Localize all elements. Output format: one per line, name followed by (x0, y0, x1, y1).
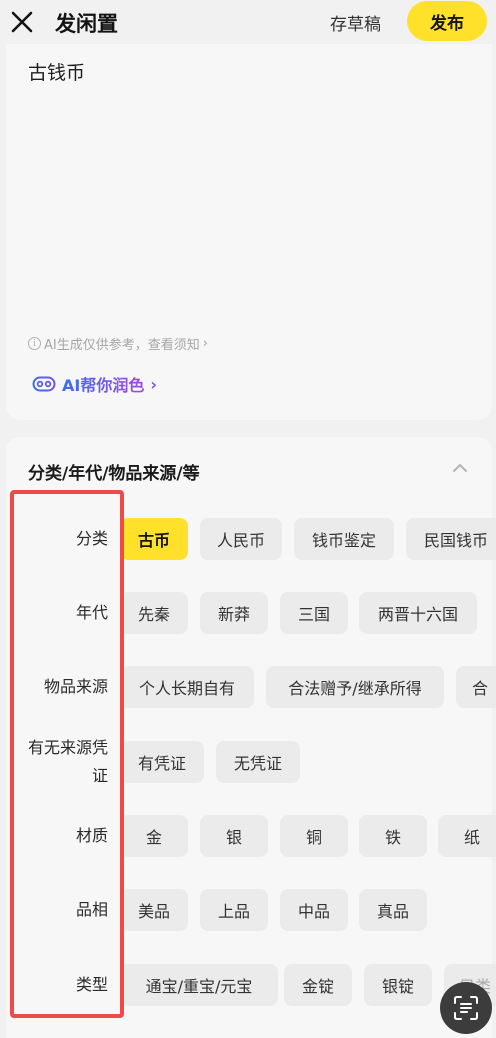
chip-option[interactable]: 通宝/重宝/元宝 (120, 964, 278, 1006)
attr-row-material: 材质 金 银 铜 铁 纸 (6, 815, 496, 857)
chip-option[interactable]: 合 (456, 666, 496, 708)
chip-option[interactable]: 上品 (200, 889, 268, 931)
attr-row-type: 类型 通宝/重宝/元宝 金锭 银锭 目类 (6, 964, 496, 1006)
attr-row-category: 分类 古币 人民币 钱币鉴定 民国钱币 (6, 518, 496, 560)
close-icon[interactable] (10, 10, 34, 34)
attr-label: 材质 (75, 826, 108, 845)
chip-option[interactable]: 金锭 (284, 964, 352, 1006)
ai-polish-label: AI帮你润色 (62, 372, 144, 396)
ai-logo-icon (32, 376, 56, 392)
description-card: 古钱币 i AI生成仅供参考，查看须知 › AI帮你润色 › (6, 44, 492, 420)
chip-option[interactable]: 钱币鉴定 (294, 518, 394, 560)
chip-option[interactable]: 有凭证 (120, 741, 204, 783)
chip-option[interactable]: 铜 (280, 815, 348, 857)
scan-text-button[interactable] (440, 982, 492, 1034)
save-draft-button[interactable]: 存草稿 (330, 10, 381, 35)
chevron-right-icon: › (150, 374, 157, 394)
ai-polish-button[interactable]: AI帮你润色 › (32, 372, 157, 396)
chip-option[interactable]: 人民币 (200, 518, 282, 560)
page-title: 发闲置 (55, 12, 118, 36)
attr-row-source: 物品来源 个人长期自有 合法赠予/继承所得 合 (6, 666, 496, 708)
attr-row-era: 年代 先秦 新莽 三国 两晋十六国 (6, 592, 496, 634)
section-title: 分类/年代/物品来源/等 (28, 464, 200, 484)
chip-option[interactable]: 中品 (280, 889, 348, 931)
chip-option[interactable]: 无凭证 (216, 741, 300, 783)
chevron-right-icon: › (202, 336, 208, 351)
chip-option[interactable]: 民国钱币 (406, 518, 496, 560)
description-input[interactable]: 古钱币 (28, 58, 85, 85)
chip-option[interactable]: 铁 (359, 815, 427, 857)
ai-disclaimer-link[interactable]: i AI生成仅供参考，查看须知 › (28, 334, 208, 353)
ai-disclaimer-text: AI生成仅供参考，查看须知 (44, 338, 200, 353)
attributes-card: 分类/年代/物品来源/等 分类 古币 人民币 钱币鉴定 民国钱币 年代 先秦 新… (6, 437, 496, 1038)
attr-row-condition: 品相 美品 上品 中品 真品 (6, 889, 496, 931)
chip-option[interactable]: 美品 (120, 889, 188, 931)
chip-option[interactable]: 新莽 (200, 592, 268, 634)
chevron-up-icon[interactable] (452, 463, 468, 473)
attr-label: 分类 (75, 529, 108, 548)
chip-option[interactable]: 银 (200, 815, 268, 857)
scan-text-icon (454, 996, 478, 1020)
info-icon: i (28, 337, 41, 350)
attr-label: 类型 (75, 975, 108, 994)
chip-option[interactable]: 合法赠予/继承所得 (266, 666, 444, 708)
attr-label: 物品来源 (43, 677, 108, 696)
chip-option[interactable]: 先秦 (120, 592, 188, 634)
attr-label: 年代 (75, 603, 108, 622)
top-bar: 发闲置 存草稿 发布 (0, 0, 496, 44)
attr-label: 品相 (75, 900, 108, 919)
attr-row-proof: 有无来源凭 证 有凭证 无凭证 (6, 738, 496, 785)
chip-option[interactable]: 个人长期自有 (120, 666, 254, 708)
chip-option[interactable]: 古币 (120, 518, 188, 560)
chip-option[interactable]: 纸 (438, 815, 496, 857)
chip-option[interactable]: 银锭 (364, 964, 432, 1006)
attr-label-line1: 有无来源凭 (27, 738, 108, 757)
attr-label-line2: 证 (91, 766, 108, 785)
publish-button[interactable]: 发布 (407, 1, 487, 41)
chip-option[interactable]: 真品 (359, 889, 427, 931)
chip-option[interactable]: 两晋十六国 (359, 592, 477, 634)
chip-option[interactable]: 金 (120, 815, 188, 857)
chip-option[interactable]: 三国 (280, 592, 348, 634)
